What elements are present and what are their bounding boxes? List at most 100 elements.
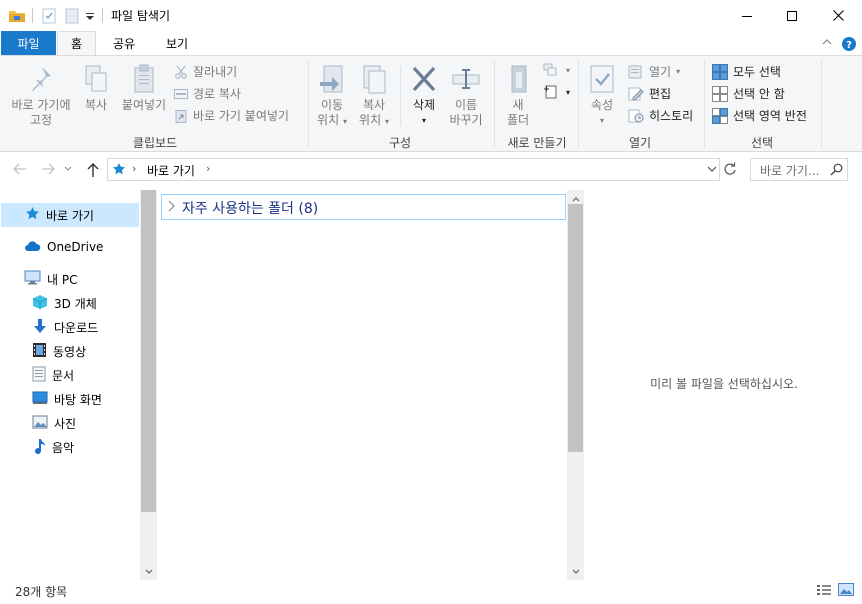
maximize-button[interactable]	[769, 0, 815, 31]
title-bar: 파일 탐색기	[0, 0, 862, 31]
new-folder-button[interactable]: 새 폴더	[500, 64, 536, 128]
new-group-label: 새로 만들기	[507, 136, 567, 150]
copy-to-dropdown-icon: ▾	[384, 117, 389, 126]
forward-arrow-icon[interactable]	[40, 162, 56, 186]
navigation-pane-scrollbar[interactable]	[140, 190, 157, 580]
search-icon	[830, 163, 843, 179]
rename-button[interactable]: 이름 바꾸기	[446, 64, 486, 128]
paste-icon	[118, 64, 170, 98]
scroll-thumb[interactable]	[568, 204, 583, 452]
title-divider	[102, 8, 103, 23]
up-arrow-icon[interactable]	[86, 162, 100, 186]
breadcrumb-quick-access[interactable]: 바로 가기	[147, 162, 195, 179]
paste-shortcut-icon	[175, 109, 187, 123]
select-none-icon	[712, 85, 728, 102]
open-dropdown-icon: ▾	[676, 67, 681, 76]
nav-item-pictures[interactable]: 사진	[0, 411, 76, 435]
frequent-folders-group-header[interactable]: 자주 사용하는 폴더 (8)	[161, 194, 566, 220]
select-none-button[interactable]: 선택 안 함	[712, 85, 785, 102]
minimize-icon	[742, 15, 752, 17]
desktop-icon	[32, 391, 48, 408]
new-folder-qa-icon[interactable]	[64, 7, 80, 25]
open-button[interactable]: 열기 ▾	[628, 63, 680, 80]
status-bar: 28개 항목	[0, 580, 862, 604]
copy-to-button[interactable]: 복사 위치 ▾	[355, 64, 393, 129]
customize-qa-dropdown-icon[interactable]	[84, 7, 96, 25]
svg-text:?: ?	[846, 40, 852, 51]
tab-file[interactable]: 파일	[1, 31, 56, 55]
group-divider	[704, 60, 705, 148]
large-icons-view-icon[interactable]	[838, 583, 854, 600]
help-icon[interactable]: ?	[841, 36, 857, 55]
open-icon	[628, 65, 642, 78]
details-view-icon[interactable]	[816, 584, 832, 601]
move-to-icon	[314, 64, 350, 98]
pin-to-quick-access-button[interactable]: 바로 가기에 고정	[5, 64, 77, 128]
tab-home[interactable]: 홈	[57, 31, 96, 55]
minimize-button[interactable]	[724, 0, 770, 31]
folder-icon[interactable]	[8, 7, 26, 25]
download-icon	[32, 318, 48, 337]
nav-item-documents[interactable]: 문서	[0, 363, 74, 387]
tab-view[interactable]: 보기	[155, 31, 199, 55]
copy-path-button[interactable]: 경로 복사	[174, 85, 241, 102]
breadcrumb-chevron-icon[interactable]: ›	[206, 162, 210, 175]
nav-item-downloads[interactable]: 다운로드	[0, 315, 98, 339]
copy-button[interactable]: 복사	[79, 64, 113, 113]
minimize-ribbon-icon[interactable]	[820, 35, 834, 52]
ribbon-tabs: 파일 홈 공유 보기 ?	[0, 31, 862, 55]
breadcrumb-chevron-icon[interactable]: ›	[132, 162, 136, 175]
group-divider	[494, 60, 495, 148]
delete-button[interactable]: 삭제 ▾	[406, 64, 442, 128]
rename-icon	[446, 64, 486, 98]
search-box[interactable]: 바로 가기...	[750, 158, 848, 181]
paste-shortcut-button[interactable]: 바로 가기 붙여넣기	[174, 107, 289, 124]
nav-item-3d-objects[interactable]: 3D 개체	[0, 291, 97, 315]
cloud-icon	[24, 240, 41, 255]
refresh-icon[interactable]	[723, 162, 737, 179]
nav-item-music[interactable]: 음악	[0, 435, 74, 459]
properties-qa-icon[interactable]	[41, 7, 57, 25]
address-bar[interactable]: › 바로 가기 ›	[107, 158, 720, 181]
nav-item-videos[interactable]: 동영상	[0, 339, 86, 363]
address-dropdown-icon[interactable]	[707, 163, 717, 177]
picture-icon	[32, 415, 48, 432]
scroll-down-arrow-icon[interactable]	[140, 563, 157, 580]
scroll-thumb[interactable]	[141, 190, 156, 512]
group-divider	[308, 60, 309, 148]
clipboard-group-label: 클립보드	[132, 136, 178, 150]
scroll-down-arrow-icon[interactable]	[567, 563, 584, 580]
paste-button[interactable]: 붙여넣기	[118, 64, 170, 113]
organize-divider	[400, 66, 401, 126]
content-scrollbar[interactable]	[567, 190, 584, 580]
invert-selection-button[interactable]: 선택 영역 반전	[712, 107, 807, 124]
easy-access-button[interactable]: ▾	[543, 85, 570, 99]
move-to-button[interactable]: 이동 위치 ▾	[314, 64, 350, 129]
close-button[interactable]	[815, 0, 861, 31]
new-item-button[interactable]: ▾	[543, 63, 570, 77]
copy-to-icon	[355, 64, 393, 98]
recent-locations-dropdown-icon[interactable]	[64, 163, 72, 187]
nav-item-this-pc[interactable]: 내 PC	[0, 267, 77, 291]
nav-item-desktop[interactable]: 바탕 화면	[0, 387, 102, 411]
edit-button[interactable]: 편집	[628, 85, 671, 102]
preview-pane-message: 미리 볼 파일을 선택하십시오.	[650, 377, 798, 391]
nav-item-quick-access[interactable]: 바로 가기	[1, 203, 139, 227]
history-button[interactable]: 히스토리	[628, 107, 693, 124]
expand-chevron-icon[interactable]	[167, 200, 175, 215]
new-item-icon	[543, 63, 557, 76]
tab-share[interactable]: 공유	[103, 31, 145, 55]
ribbon: 바로 가기에 고정 복사 붙여넣기 잘라내기 경로 복사 바로 가기 붙여넣기 …	[0, 55, 862, 152]
quick-access-star-icon	[112, 162, 126, 179]
copy-icon	[79, 64, 113, 98]
properties-button[interactable]: 속성 ▾	[584, 64, 620, 128]
select-all-button[interactable]: 모두 선택	[712, 63, 781, 80]
easy-access-icon	[544, 85, 557, 99]
history-icon	[628, 109, 644, 122]
maximize-icon	[787, 10, 797, 21]
nav-item-onedrive[interactable]: OneDrive	[0, 235, 103, 259]
delete-dropdown-icon: ▾	[421, 116, 426, 125]
properties-dropdown-icon: ▾	[599, 116, 604, 125]
cut-button[interactable]: 잘라내기	[174, 63, 237, 80]
back-arrow-icon[interactable]	[12, 162, 28, 186]
